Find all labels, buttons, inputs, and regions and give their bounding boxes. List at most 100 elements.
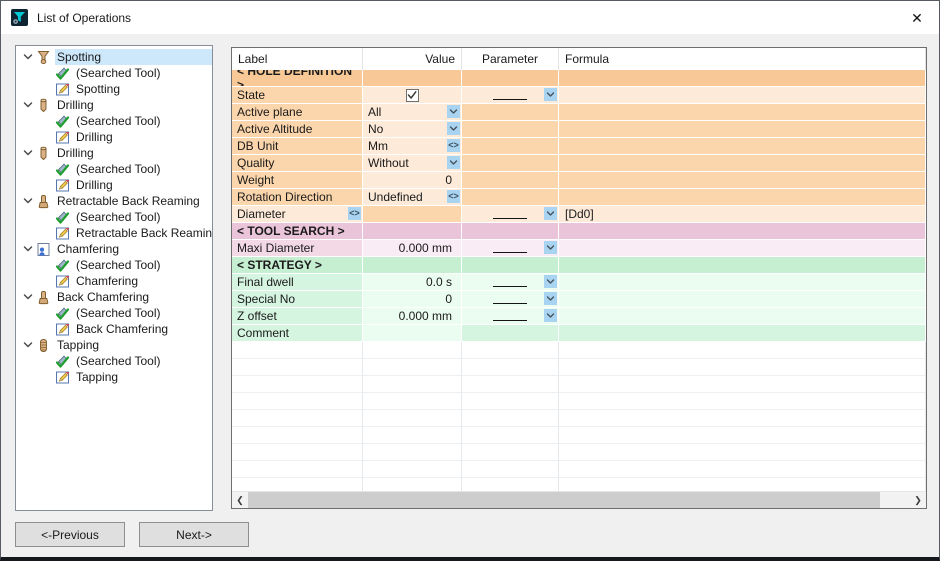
parameter-dropdown-button[interactable]	[544, 88, 557, 101]
tree-item[interactable]: Drilling	[16, 145, 212, 161]
parameter-dropdown-button[interactable]	[544, 241, 557, 254]
tree-item[interactable]: (Searched Tool)	[16, 113, 212, 129]
chevron-down-icon[interactable]	[21, 339, 35, 351]
tree-item[interactable]: Drilling	[16, 97, 212, 113]
previous-button[interactable]: <-Previous	[15, 522, 125, 547]
scrollbar-track[interactable]	[248, 492, 910, 508]
column-header-label[interactable]: Label	[232, 48, 363, 70]
chevron-down-icon[interactable]	[21, 99, 35, 111]
scroll-left-icon[interactable]: ❮	[232, 492, 248, 508]
parameter-dropdown-button[interactable]	[544, 292, 557, 305]
formula-cell[interactable]	[559, 308, 926, 325]
chevron-down-icon[interactable]	[21, 243, 35, 255]
column-header-parameter[interactable]: Parameter	[462, 48, 559, 70]
formula-cell[interactable]	[559, 104, 926, 121]
value-toggle-button[interactable]: <>	[447, 139, 460, 152]
value-text[interactable]: 0	[368, 173, 461, 187]
value-cell[interactable]: 0.000 mm	[363, 308, 462, 325]
tree-item[interactable]: Back Chamfering	[16, 289, 212, 305]
value-cell[interactable]: 0.000 mm	[363, 240, 462, 257]
parameter-cell[interactable]	[462, 172, 559, 189]
tree-item[interactable]: (Searched Tool)	[16, 305, 212, 321]
parameter-placeholder-line[interactable]	[493, 294, 527, 304]
tree-item-label[interactable]: Chamfering	[55, 241, 212, 257]
tree-item[interactable]: Chamfering	[16, 241, 212, 257]
tree-item-label[interactable]: Drilling	[74, 129, 212, 145]
tree-item[interactable]: (Searched Tool)	[16, 161, 212, 177]
value-text[interactable]: 0.000 mm	[368, 309, 461, 323]
value-cell[interactable]: Mm<>	[363, 138, 462, 155]
formula-cell[interactable]	[559, 138, 926, 155]
formula-cell[interactable]	[559, 325, 926, 342]
operations-tree[interactable]: Spotting(Searched Tool)SpottingDrilling(…	[15, 45, 213, 511]
tree-item-label[interactable]: Chamfering	[74, 273, 212, 289]
tree-item[interactable]: Back Chamfering	[16, 321, 212, 337]
tree-item[interactable]: Retractable Back Reaming	[16, 193, 212, 209]
tree-item-label[interactable]: Drilling	[55, 145, 212, 161]
chevron-down-icon[interactable]	[21, 147, 35, 159]
value-cell[interactable]: Without	[363, 155, 462, 172]
value-text[interactable]: 0	[368, 292, 461, 306]
horizontal-scrollbar[interactable]: ❮ ❯	[232, 491, 926, 508]
value-dropdown-button[interactable]	[447, 105, 460, 118]
column-header-formula[interactable]: Formula	[559, 48, 926, 70]
tree-item-label[interactable]: Retractable Back Reaming	[55, 193, 212, 209]
parameter-dropdown-button[interactable]	[544, 207, 557, 220]
parameter-cell[interactable]	[462, 155, 559, 172]
tree-item[interactable]: Retractable Back Reaming	[16, 225, 212, 241]
value-cell[interactable]: All	[363, 104, 462, 121]
chevron-down-icon[interactable]	[21, 291, 35, 303]
formula-cell[interactable]	[559, 291, 926, 308]
tree-item-label[interactable]: Retractable Back Reaming	[74, 225, 212, 241]
close-icon[interactable]: ✕	[907, 8, 927, 28]
tree-item[interactable]: Chamfering	[16, 273, 212, 289]
parameter-placeholder-line[interactable]	[493, 90, 527, 100]
value-cell[interactable]	[363, 206, 462, 223]
formula-cell[interactable]	[559, 87, 926, 104]
tree-item-label[interactable]: (Searched Tool)	[74, 305, 212, 321]
parameter-cell[interactable]	[462, 189, 559, 206]
formula-cell[interactable]	[559, 189, 926, 206]
tree-item[interactable]: Drilling	[16, 177, 212, 193]
parameter-dropdown-button[interactable]	[544, 275, 557, 288]
value-cell[interactable]	[363, 325, 462, 342]
value-cell[interactable]: 0	[363, 172, 462, 189]
tree-item-label[interactable]: (Searched Tool)	[74, 161, 212, 177]
parameter-cell[interactable]	[462, 104, 559, 121]
parameter-placeholder-line[interactable]	[493, 243, 527, 253]
parameter-dropdown-button[interactable]	[544, 309, 557, 322]
tree-item-label[interactable]: Back Chamfering	[55, 289, 212, 305]
formula-cell[interactable]	[559, 274, 926, 291]
value-cell[interactable]: 0	[363, 291, 462, 308]
tree-item[interactable]: (Searched Tool)	[16, 65, 212, 81]
chevron-down-icon[interactable]	[21, 195, 35, 207]
value-text[interactable]: 0.0 s	[368, 275, 461, 289]
value-cell[interactable]	[363, 87, 462, 104]
formula-text[interactable]: [Dd0]	[565, 207, 594, 221]
value-toggle-button[interactable]: <>	[447, 190, 460, 203]
parameter-cell[interactable]	[462, 87, 559, 104]
tree-item-label[interactable]: Drilling	[55, 97, 212, 113]
tree-item-label[interactable]: Tapping	[74, 369, 212, 385]
tree-item-label[interactable]: Spotting	[55, 49, 212, 65]
parameter-placeholder-line[interactable]	[493, 277, 527, 287]
formula-cell[interactable]	[559, 121, 926, 138]
parameter-cell[interactable]	[462, 291, 559, 308]
tree-item[interactable]: Spotting	[16, 81, 212, 97]
tree-item[interactable]: Tapping	[16, 337, 212, 353]
tree-item-label[interactable]: Drilling	[74, 177, 212, 193]
formula-cell[interactable]: [Dd0]	[559, 206, 926, 223]
tree-item-label[interactable]: (Searched Tool)	[74, 113, 212, 129]
column-header-value[interactable]: Value	[363, 48, 462, 70]
tree-item-label[interactable]: Back Chamfering	[74, 321, 212, 337]
tree-item-label[interactable]: (Searched Tool)	[74, 65, 212, 81]
value-cell[interactable]: No	[363, 121, 462, 138]
tree-item-label[interactable]: Tapping	[55, 337, 212, 353]
scroll-right-icon[interactable]: ❯	[910, 492, 926, 508]
parameter-cell[interactable]	[462, 240, 559, 257]
tree-item[interactable]: Tapping	[16, 369, 212, 385]
parameter-placeholder-line[interactable]	[493, 209, 527, 219]
tree-item[interactable]: (Searched Tool)	[16, 257, 212, 273]
tree-item[interactable]: (Searched Tool)	[16, 209, 212, 225]
parameter-cell[interactable]	[462, 274, 559, 291]
